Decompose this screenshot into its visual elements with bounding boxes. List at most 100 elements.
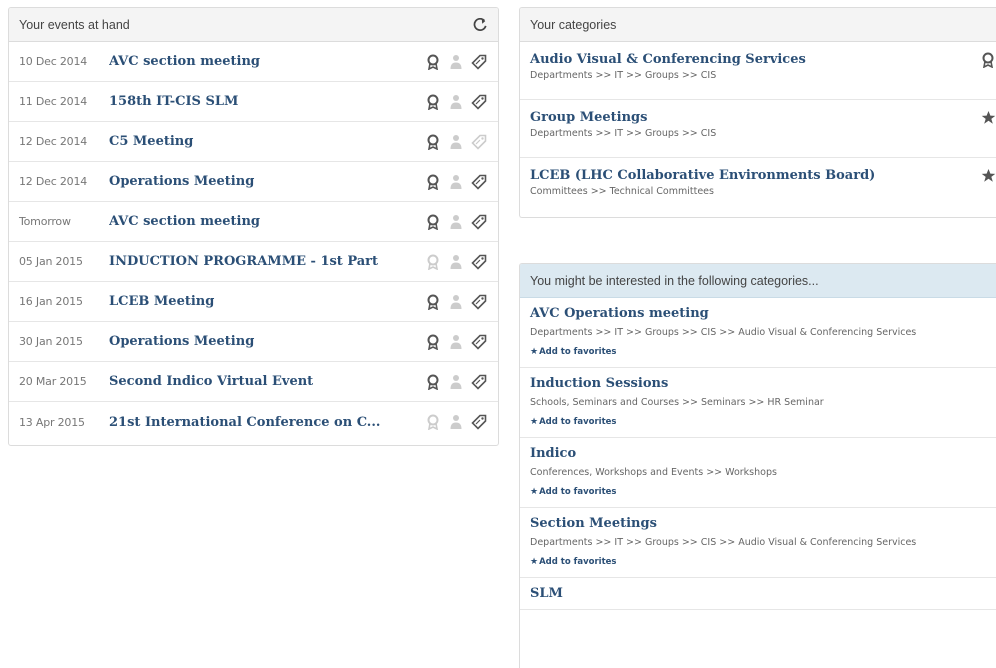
tag-icon[interactable] xyxy=(470,53,488,71)
event-date: 30 Jan 2015 xyxy=(19,335,83,348)
event-title-link[interactable]: AVC section meeting xyxy=(109,214,424,229)
event-title-link[interactable]: INDUCTION PROGRAMME - 1st Part xyxy=(109,254,424,269)
person-icon[interactable] xyxy=(447,293,465,311)
category-title-link[interactable]: LCEB (LHC Collaborative Environments Boa… xyxy=(530,168,989,183)
categories-panel-header: Your categories xyxy=(520,8,996,42)
person-icon[interactable] xyxy=(447,333,465,351)
person-icon[interactable] xyxy=(447,413,465,431)
tag-icon[interactable] xyxy=(470,173,488,191)
award-icon[interactable] xyxy=(424,333,442,351)
tag-icon[interactable] xyxy=(470,133,488,151)
categories-list: Audio Visual & Conferencing Services Depa… xyxy=(520,42,996,216)
star-icon[interactable] xyxy=(981,110,996,126)
person-icon[interactable] xyxy=(447,253,465,271)
event-date: 13 Apr 2015 xyxy=(19,415,85,429)
categories-panel-title: Your categories xyxy=(530,17,617,32)
award-icon[interactable] xyxy=(424,133,442,151)
event-row: 10 Dec 2014 AVC section meeting xyxy=(9,42,498,82)
suggested-category-title-link[interactable]: Induction Sessions xyxy=(530,376,989,391)
event-title-link[interactable]: 21st International Conference on C... xyxy=(109,415,424,430)
categories-panel: Your categories Audio Visual & Conferenc… xyxy=(519,7,996,218)
suggested-category-item: Section Meetings Departments >> IT >> Gro… xyxy=(520,508,996,578)
suggested-category-item: SLM xyxy=(520,578,996,610)
award-icon[interactable] xyxy=(981,52,996,69)
suggested-category-title-link[interactable]: Indico xyxy=(530,446,989,461)
event-title-link[interactable]: C5 Meeting xyxy=(109,134,424,149)
star-icon: ★ xyxy=(530,557,539,567)
tag-icon[interactable] xyxy=(470,93,488,111)
suggestions-list: AVC Operations meeting Departments >> IT … xyxy=(520,298,996,610)
add-to-favorites-link[interactable]: ★ Add to favorites xyxy=(530,557,616,567)
award-icon[interactable] xyxy=(424,213,442,231)
tag-icon[interactable] xyxy=(470,373,488,391)
event-actions xyxy=(424,333,488,351)
add-to-favorites-label: Add to favorites xyxy=(539,557,617,567)
events-panel: Your events at hand 10 Dec 2014 AVC secti… xyxy=(8,7,499,446)
add-to-favorites-link[interactable]: ★ Add to favorites xyxy=(530,487,616,497)
event-actions xyxy=(424,293,488,311)
add-to-favorites-label: Add to favorites xyxy=(539,417,617,427)
add-to-favorites-link[interactable]: ★ Add to favorites xyxy=(530,417,616,427)
star-icon: ★ xyxy=(530,347,539,357)
person-icon[interactable] xyxy=(447,93,465,111)
category-path: Departments >> IT >> Groups >> CIS xyxy=(530,70,717,81)
event-row: 30 Jan 2015 Operations Meeting xyxy=(9,322,498,362)
award-icon[interactable] xyxy=(424,413,442,431)
category-title-link[interactable]: Group Meetings xyxy=(530,110,989,125)
event-title-link[interactable]: AVC section meeting xyxy=(109,54,424,69)
events-list: 10 Dec 2014 AVC section meeting 11 Dec 201… xyxy=(9,42,498,442)
star-icon: ★ xyxy=(530,417,539,427)
category-title-link[interactable]: Audio Visual & Conferencing Services xyxy=(530,52,989,67)
add-to-favorites-link[interactable]: ★ Add to favorites xyxy=(530,347,616,357)
award-icon[interactable] xyxy=(424,173,442,191)
event-title-link[interactable]: Operations Meeting xyxy=(109,334,424,349)
refresh-icon[interactable] xyxy=(472,17,488,33)
event-actions xyxy=(424,173,488,191)
tag-icon[interactable] xyxy=(470,253,488,271)
award-icon[interactable] xyxy=(424,293,442,311)
award-icon[interactable] xyxy=(424,373,442,391)
event-date: Tomorrow xyxy=(19,215,71,228)
award-icon[interactable] xyxy=(424,53,442,71)
suggested-category-title-link[interactable]: SLM xyxy=(530,586,989,601)
award-icon[interactable] xyxy=(424,253,442,271)
category-item: Group Meetings Departments >> IT >> Group… xyxy=(520,100,996,158)
event-date: 16 Jan 2015 xyxy=(19,295,83,308)
star-icon[interactable] xyxy=(981,168,996,184)
event-date: 12 Dec 2014 xyxy=(19,135,88,148)
event-title-link[interactable]: Operations Meeting xyxy=(109,174,424,189)
tag-icon[interactable] xyxy=(470,413,488,431)
suggestions-panel-title: You might be interested in the following… xyxy=(530,273,819,288)
tag-icon[interactable] xyxy=(470,213,488,231)
event-title-link[interactable]: LCEB Meeting xyxy=(109,294,424,309)
events-panel-title: Your events at hand xyxy=(19,17,130,32)
award-icon[interactable] xyxy=(424,93,442,111)
events-panel-header: Your events at hand xyxy=(9,8,498,42)
event-row: Tomorrow AVC section meeting xyxy=(9,202,498,242)
event-title-link[interactable]: Second Indico Virtual Event xyxy=(109,374,424,389)
person-icon[interactable] xyxy=(447,173,465,191)
tag-icon[interactable] xyxy=(470,293,488,311)
suggested-category-title-link[interactable]: Section Meetings xyxy=(530,516,989,531)
event-date: 12 Dec 2014 xyxy=(19,175,88,188)
event-actions xyxy=(424,133,488,151)
event-actions xyxy=(424,373,488,391)
event-date: 05 Jan 2015 xyxy=(19,255,83,268)
suggestions-panel-header: You might be interested in the following… xyxy=(520,264,996,298)
suggested-category-title-link[interactable]: AVC Operations meeting xyxy=(530,306,989,321)
tag-icon[interactable] xyxy=(470,333,488,351)
person-icon[interactable] xyxy=(447,53,465,71)
person-icon[interactable] xyxy=(447,133,465,151)
person-icon[interactable] xyxy=(447,373,465,391)
event-title-link[interactable]: 158th IT-CIS SLM xyxy=(109,94,424,109)
event-row: 16 Jan 2015 LCEB Meeting xyxy=(9,282,498,322)
category-item: LCEB (LHC Collaborative Environments Boa… xyxy=(520,158,996,216)
event-date: 10 Dec 2014 xyxy=(19,55,88,68)
suggested-category-item: Indico Conferences, Workshops and Events … xyxy=(520,438,996,508)
suggested-category-item: Induction Sessions Schools, Seminars and … xyxy=(520,368,996,438)
event-actions xyxy=(424,93,488,111)
person-icon[interactable] xyxy=(447,213,465,231)
event-date: 20 Mar 2015 xyxy=(19,375,87,388)
suggested-category-path: Departments >> IT >> Groups >> CIS >> Au… xyxy=(530,537,917,548)
event-actions xyxy=(424,53,488,71)
